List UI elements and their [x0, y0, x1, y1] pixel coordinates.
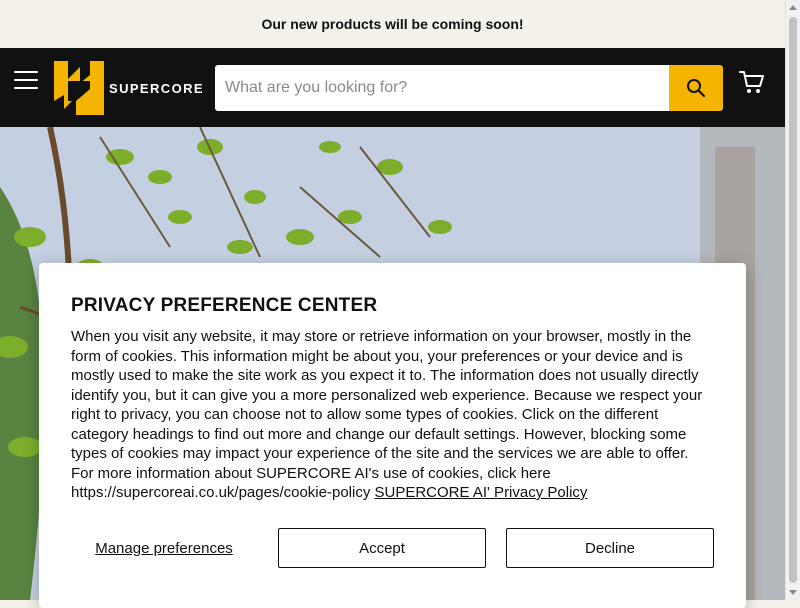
privacy-dialog-title: PRIVACY PREFERENCE CENTER — [71, 295, 378, 316]
decline-button[interactable]: Decline — [506, 528, 714, 568]
scroll-down-arrow-icon[interactable] — [789, 590, 797, 595]
brand-logo[interactable]: SUPERCORE — [54, 61, 204, 115]
search-input[interactable] — [215, 65, 669, 111]
search-icon — [687, 79, 706, 98]
announcement-text: Our new products will be coming soon! — [261, 16, 524, 32]
page-scrollbar[interactable] — [785, 0, 800, 600]
site-header: SUPERCORE — [0, 48, 785, 127]
search-button[interactable] — [669, 65, 723, 111]
scroll-up-arrow-icon[interactable] — [789, 5, 797, 10]
supercore-logo-icon — [54, 61, 104, 115]
cart-icon — [739, 71, 764, 93]
privacy-dialog-body: When you visit any website, it may store… — [71, 327, 714, 503]
accept-button[interactable]: Accept — [278, 528, 486, 568]
announcement-bar: Our new products will be coming soon! — [0, 0, 785, 48]
privacy-dialog-actions: Manage preferences Accept Decline — [71, 528, 714, 568]
hamburger-icon[interactable] — [14, 71, 38, 91]
privacy-preference-dialog: PRIVACY PREFERENCE CENTER When you visit… — [39, 263, 746, 608]
scrollbar-thumb[interactable] — [789, 17, 797, 583]
privacy-body-text: When you visit any website, it may store… — [71, 328, 703, 501]
cart-button[interactable] — [738, 68, 766, 96]
manage-preferences-link[interactable]: Manage preferences — [71, 528, 257, 568]
brand-name: SUPERCORE — [109, 80, 204, 96]
privacy-policy-link[interactable]: SUPERCORE AI' Privacy Policy — [375, 484, 588, 501]
